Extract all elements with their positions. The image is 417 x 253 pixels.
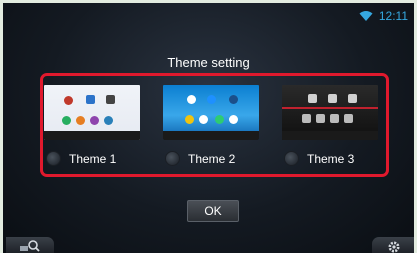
preview-app-icon — [106, 95, 115, 104]
outer-frame: 12:11 Theme setting Theme 1 Theme 2 Them… — [0, 0, 417, 253]
preview-app-icon — [86, 95, 95, 104]
preview-app-icon — [229, 95, 238, 104]
preview-app-icon — [185, 115, 194, 124]
theme-option-1[interactable]: Theme 1 — [44, 85, 144, 173]
preview-red-accent — [282, 107, 378, 109]
wifi-icon — [359, 11, 373, 21]
search-icon — [20, 240, 40, 252]
search-button[interactable] — [6, 237, 54, 253]
preview-app-icon — [344, 114, 353, 123]
preview-bottom-strip — [163, 131, 259, 140]
status-bar: 12:11 — [359, 9, 408, 23]
preview-app-icon — [330, 114, 339, 123]
settings-button[interactable] — [372, 237, 414, 253]
preview-app-icon — [199, 115, 208, 124]
theme-3-radio[interactable] — [284, 151, 299, 166]
theme-1-radio[interactable] — [46, 151, 61, 166]
preview-app-icon — [302, 114, 311, 123]
theme-2-preview[interactable] — [163, 85, 259, 140]
preview-app-icon — [90, 116, 99, 125]
theme-3-label: Theme 3 — [307, 151, 355, 166]
theme-2-label: Theme 2 — [188, 151, 236, 166]
clock: 12:11 — [378, 9, 408, 23]
preview-app-icon — [62, 116, 71, 125]
preview-app-icon — [316, 114, 325, 123]
preview-bottom-strip — [44, 131, 140, 140]
preview-app-icon — [308, 94, 317, 103]
preview-app-icon — [328, 94, 337, 103]
gear-icon — [388, 241, 400, 253]
preview-bottom-strip — [282, 131, 378, 140]
theme-3-preview[interactable] — [282, 85, 378, 140]
preview-app-icon — [207, 95, 216, 104]
theme-1-preview[interactable] — [44, 85, 140, 140]
theme-option-3[interactable]: Theme 3 — [282, 85, 382, 173]
page-title: Theme setting — [167, 55, 250, 70]
preview-app-icon — [104, 116, 113, 125]
preview-app-icon — [64, 96, 73, 105]
ok-button[interactable]: OK — [187, 200, 239, 222]
preview-app-icon — [187, 95, 196, 104]
preview-app-icon — [76, 116, 85, 125]
theme-1-label: Theme 1 — [69, 151, 117, 166]
preview-app-icon — [348, 94, 357, 103]
preview-app-icon — [229, 115, 238, 124]
theme-setting-screen: 12:11 Theme setting Theme 1 Theme 2 Them… — [3, 3, 414, 253]
preview-app-icon — [215, 115, 224, 124]
theme-option-2[interactable]: Theme 2 — [163, 85, 263, 173]
theme-2-radio[interactable] — [165, 151, 180, 166]
